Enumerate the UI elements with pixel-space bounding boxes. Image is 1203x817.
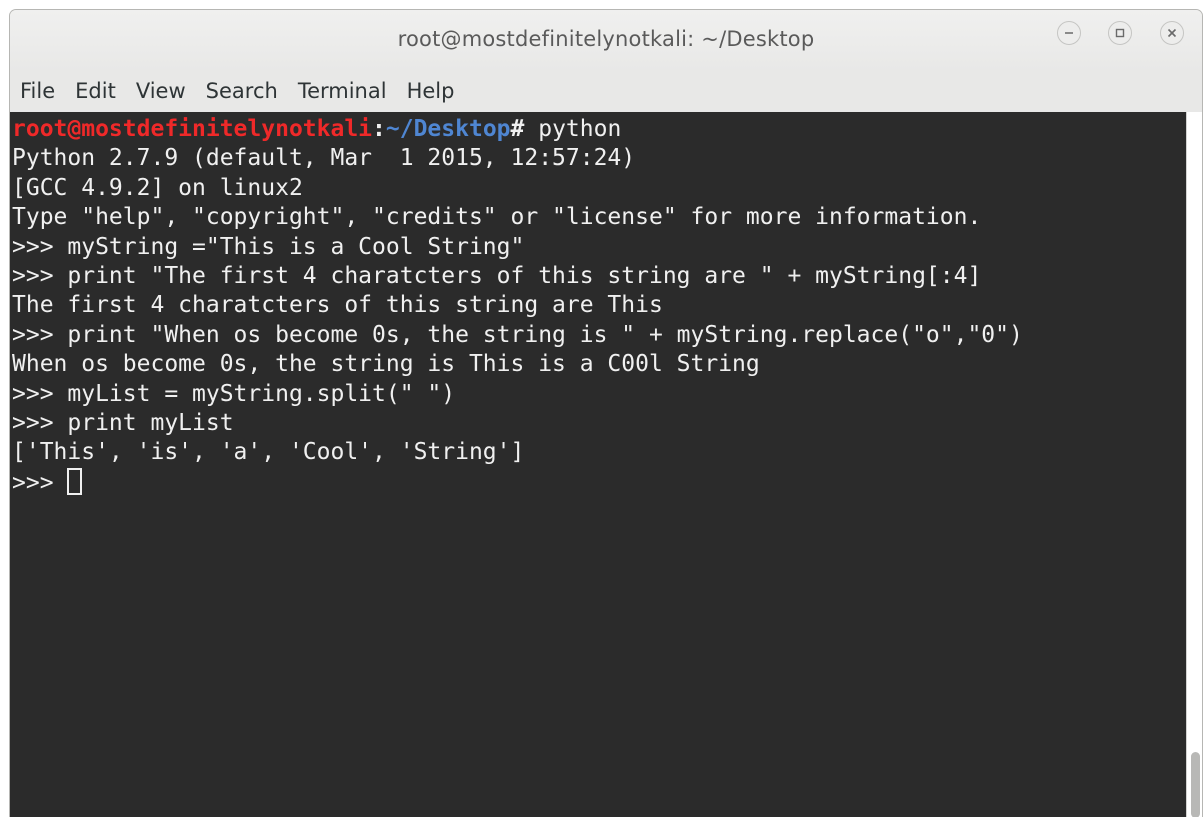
shell-prompt-line: root@mostdefinitelynotkali:~/Desktop# py… xyxy=(12,115,1186,144)
minimize-icon xyxy=(1065,32,1073,34)
menu-search[interactable]: Search xyxy=(196,72,288,112)
terminal-line: >>> myString ="This is a Cool String" xyxy=(12,233,525,260)
terminal-line: The first 4 charatcters of this string a… xyxy=(12,292,663,319)
current-input-line[interactable]: >>> xyxy=(12,467,1186,497)
terminal-line: ['This', 'is', 'a', 'Cool', 'String'] xyxy=(12,439,525,466)
menu-file[interactable]: File xyxy=(10,72,65,112)
menu-view[interactable]: View xyxy=(126,72,196,112)
terminal-output[interactable]: root@mostdefinitelynotkali:~/Desktop# py… xyxy=(10,112,1186,817)
prompt-colon: : xyxy=(372,116,386,142)
prompt-user-host: root@mostdefinitelynotkali xyxy=(12,116,373,142)
terminal-line: >>> print "The first 4 charatcters of th… xyxy=(12,262,982,289)
close-icon xyxy=(1167,28,1177,38)
title-bar[interactable]: root@mostdefinitelynotkali: ~/Desktop xyxy=(10,10,1202,72)
close-button[interactable] xyxy=(1160,21,1184,45)
terminal-line: When os become 0s, the string is This is… xyxy=(12,351,760,378)
terminal-window: root@mostdefinitelynotkali: ~/Desktop Fi… xyxy=(9,9,1203,817)
window-title: root@mostdefinitelynotkali: ~/Desktop xyxy=(397,27,815,51)
terminal-line: >>> print myList xyxy=(12,409,234,436)
shell-command: python xyxy=(524,116,622,142)
prompt-path: ~/Desktop xyxy=(385,116,511,142)
terminal-line: >>> myList = myString.split(" ") xyxy=(12,380,456,407)
menu-bar: File Edit View Search Terminal Help xyxy=(10,72,1202,112)
maximize-button[interactable] xyxy=(1108,21,1132,45)
menu-terminal[interactable]: Terminal xyxy=(288,72,397,112)
terminal-line: Type "help", "copyright", "credits" or "… xyxy=(12,204,982,231)
python-prompt: >>> xyxy=(12,469,68,496)
prompt-symbol: # xyxy=(510,116,525,142)
terminal-line: Python 2.7.9 (default, Mar 1 2015, 12:57… xyxy=(12,145,636,172)
maximize-icon xyxy=(1115,28,1125,38)
scrollbar-thumb[interactable] xyxy=(1191,752,1200,817)
vertical-scrollbar[interactable] xyxy=(1186,112,1202,817)
menu-help[interactable]: Help xyxy=(397,72,465,112)
terminal-line: [GCC 4.9.2] on linux2 xyxy=(12,174,303,201)
terminal-line: >>> print "When os become 0s, the string… xyxy=(12,321,1023,348)
menu-edit[interactable]: Edit xyxy=(65,72,126,112)
minimize-button[interactable] xyxy=(1057,21,1081,45)
text-cursor xyxy=(67,467,83,495)
